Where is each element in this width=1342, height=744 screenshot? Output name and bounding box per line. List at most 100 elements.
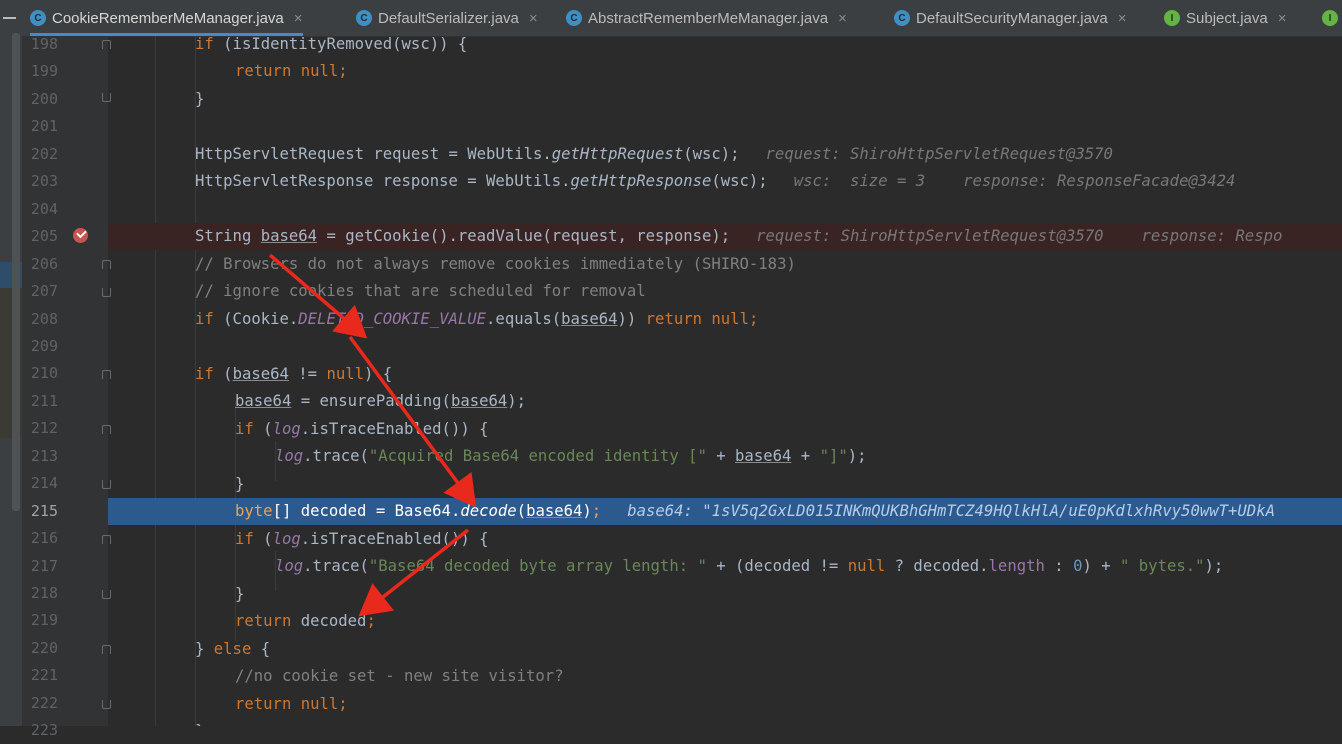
variable: base64: [450, 392, 508, 410]
close-icon[interactable]: ×: [1278, 10, 1287, 27]
close-icon[interactable]: ×: [294, 10, 303, 27]
line-number[interactable]: 215: [22, 498, 58, 525]
code-line-223[interactable]: }: [108, 718, 1342, 726]
string-literal: " bytes.": [1120, 557, 1205, 575]
code-text: +: [706, 447, 736, 465]
line-number[interactable]: 209: [22, 333, 58, 360]
tab-subject[interactable]: I Subject.java ×: [1164, 0, 1286, 36]
code-line-203[interactable]: HttpServletResponse response = WebUtils.…: [108, 168, 1342, 195]
string-literal: "Acquired Base64 encoded identity [": [368, 447, 707, 465]
close-icon[interactable]: ×: [838, 10, 847, 27]
line-number[interactable]: 206: [22, 251, 58, 278]
line-number[interactable]: 216: [22, 525, 58, 552]
line-number[interactable]: 201: [22, 113, 58, 140]
code-line-200[interactable]: }: [108, 86, 1342, 113]
tab-label: DefaultSerializer.java: [378, 9, 519, 27]
code-line-207[interactable]: // ignore cookies that are scheduled for…: [108, 278, 1342, 305]
variable: base64: [232, 365, 289, 383]
code-text: ) {: [364, 365, 393, 383]
code-text: }: [195, 640, 214, 658]
line-number[interactable]: 200: [22, 86, 58, 113]
code-line-206[interactable]: // Browsers do not always remove cookies…: [108, 251, 1342, 278]
left-scrollbar[interactable]: [12, 33, 20, 511]
line-number[interactable]: 221: [22, 662, 58, 689]
tab-label: CookieRememberMeManager.java: [52, 9, 284, 27]
variable: base64: [260, 227, 318, 245]
code-text: HttpServletResponse response = WebUtils.: [195, 172, 571, 190]
code-line-212[interactable]: if (log.isTraceEnabled()) {: [108, 416, 1342, 443]
code-line-215-current-execution[interactable]: byte[] decoded = Base64.decode(base64); b…: [108, 498, 1342, 525]
code-line-199[interactable]: return null;: [108, 58, 1342, 85]
code-text: String: [195, 227, 261, 245]
code-line-198[interactable]: if (isIdentityRemoved(wsc)) {: [108, 36, 1342, 58]
close-icon[interactable]: ×: [1118, 10, 1127, 27]
line-number[interactable]: 212: [22, 415, 58, 442]
tab-default-security-manager[interactable]: C DefaultSecurityManager.java ×: [894, 0, 1127, 36]
keyword: null: [300, 695, 339, 713]
close-icon[interactable]: ×: [529, 10, 538, 27]
line-number[interactable]: 222: [22, 690, 58, 717]
line-number[interactable]: 219: [22, 607, 58, 634]
method-call: getHttpResponse: [570, 172, 712, 190]
code-editor[interactable]: if (isIdentityRemoved(wsc)) { return nul…: [108, 36, 1342, 726]
line-number[interactable]: 207: [22, 278, 58, 305]
code-text: + (decoded !=: [706, 557, 848, 575]
line-number[interactable]: 218: [22, 580, 58, 607]
method-call: getHttpRequest: [551, 145, 684, 163]
code-text: ? decoded.: [885, 557, 989, 575]
code-line-213[interactable]: log.trace("Acquired Base64 encoded ident…: [108, 443, 1342, 470]
line-number[interactable]: 211: [22, 388, 58, 415]
string-literal: "]": [819, 447, 848, 465]
code-line-216[interactable]: if (log.isTraceEnabled()) {: [108, 526, 1342, 553]
code-line-208[interactable]: if (Cookie.DELETED_COOKIE_VALUE.equals(b…: [108, 306, 1342, 333]
code-line-202[interactable]: HttpServletRequest request = WebUtils.ge…: [108, 141, 1342, 168]
keyword: if: [235, 530, 254, 548]
code-text: (: [253, 530, 273, 548]
code-text: (wsc);: [683, 145, 740, 163]
line-number[interactable]: 210: [22, 360, 58, 387]
keyword: if: [195, 365, 214, 383]
keyword: return: [645, 310, 703, 328]
collapse-handle-icon[interactable]: [3, 17, 16, 19]
line-number[interactable]: 223: [22, 717, 58, 744]
code-line-210[interactable]: if (base64 != null) {: [108, 361, 1342, 388]
comment: //no cookie set - new site visitor?: [235, 667, 564, 685]
keyword: return: [235, 612, 292, 630]
variable: base64: [561, 310, 618, 328]
tab-cookie-remember-me-manager[interactable]: C CookieRememberMeManager.java ×: [30, 0, 303, 36]
class-icon: C: [566, 10, 582, 26]
line-number[interactable]: 217: [22, 553, 58, 580]
code-text: = getCookie().readValue(request, respons…: [317, 227, 731, 245]
line-number[interactable]: 213: [22, 443, 58, 470]
line-number[interactable]: 208: [22, 306, 58, 333]
line-number[interactable]: 203: [22, 168, 58, 195]
code-line-218[interactable]: }: [108, 581, 1342, 608]
semicolon: ;: [338, 695, 348, 713]
semicolon: ;: [366, 612, 376, 630]
code-line-222[interactable]: return null;: [108, 691, 1342, 718]
line-number[interactable]: 199: [22, 58, 58, 85]
tab-overflow[interactable]: I W: [1322, 0, 1342, 36]
code-line-221[interactable]: //no cookie set - new site visitor?: [108, 663, 1342, 690]
code-line-211[interactable]: base64 = ensurePadding(base64);: [108, 388, 1342, 415]
line-number[interactable]: 220: [22, 635, 58, 662]
code-line-219[interactable]: return decoded;: [108, 608, 1342, 635]
breakpoint-icon[interactable]: [73, 228, 88, 243]
line-number[interactable]: 198: [22, 31, 58, 58]
code-line-220[interactable]: } else {: [108, 636, 1342, 663]
tab-default-serializer[interactable]: C DefaultSerializer.java ×: [356, 0, 538, 36]
line-number[interactable]: 205: [22, 223, 58, 250]
line-number[interactable]: 204: [22, 196, 58, 223]
static-field: log: [275, 447, 304, 465]
debug-inline-value: response: ResponseFacade@3424: [963, 172, 1236, 190]
line-number[interactable]: 214: [22, 470, 58, 497]
code-line-214[interactable]: }: [108, 471, 1342, 498]
code-line-205[interactable]: String base64 = getCookie().readValue(re…: [108, 223, 1342, 250]
class-icon: C: [894, 10, 910, 26]
static-field: log: [275, 557, 304, 575]
code-line-217[interactable]: log.trace("Base64 decoded byte array len…: [108, 553, 1342, 580]
semicolon: ;: [591, 502, 602, 520]
tab-abstract-remember-me-manager[interactable]: C AbstractRememberMeManager.java ×: [566, 0, 847, 36]
static-field: log: [272, 530, 301, 548]
line-number[interactable]: 202: [22, 141, 58, 168]
